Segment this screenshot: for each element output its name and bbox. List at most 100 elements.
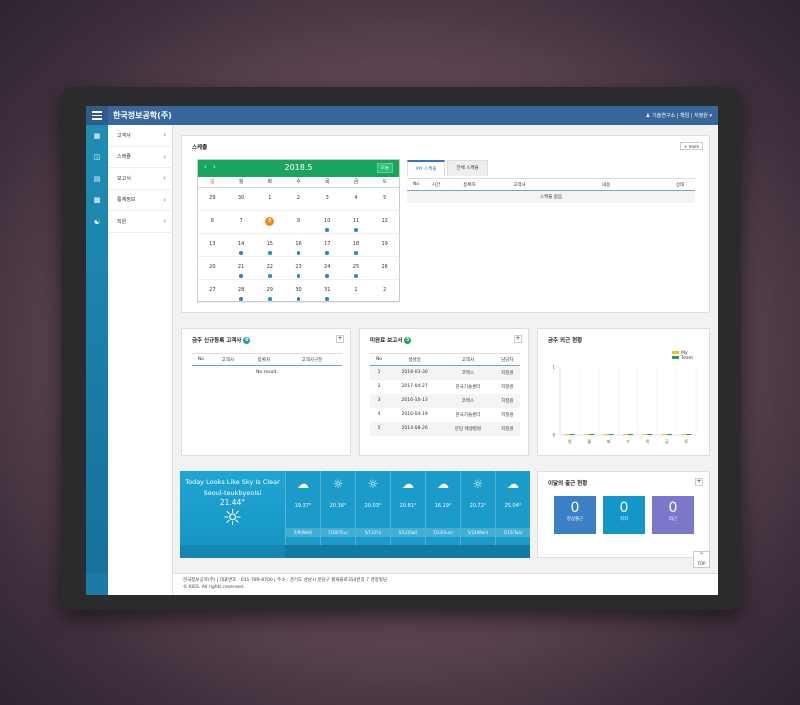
add-button[interactable]: +	[514, 335, 522, 343]
chevron-right-icon: ›	[163, 195, 166, 204]
users-icon[interactable]: ☯	[86, 211, 108, 233]
calendar-day[interactable]: 10	[313, 211, 342, 233]
user-label: 기술연구소 | 책임 | 지정원 ▾	[652, 113, 712, 119]
count-badge: 5	[404, 337, 412, 344]
weekday-label: 금	[353, 179, 359, 185]
calendar-day[interactable]: 23	[284, 257, 313, 279]
sidebar-item-reports[interactable]: 보고서 ›	[108, 168, 172, 190]
rail-footer	[86, 573, 108, 595]
forecast-date: 5/14(Mon)	[461, 528, 495, 537]
menu-icon[interactable]	[86, 106, 108, 125]
day-number: 27	[209, 287, 216, 293]
calendar-day[interactable]: 15	[255, 234, 284, 256]
table-row: 스케쥴 없음	[407, 190, 695, 203]
sidebar-item-staff[interactable]: 직원 ›	[108, 211, 172, 233]
sidebar-item-schedule[interactable]: 스케쥴 ›	[108, 147, 172, 168]
table-row[interactable]: 5 2014-08-26 분당 제생병원 지정원	[370, 421, 520, 436]
table-cell: 지정원	[501, 412, 514, 418]
weekday-label: 월	[238, 179, 244, 185]
calendar-icon[interactable]: ◫	[86, 147, 108, 169]
calendar-day[interactable]: 3	[313, 188, 342, 210]
briefcase-icon[interactable]: ▦	[86, 125, 108, 147]
calendar-day[interactable]: 31	[313, 280, 342, 302]
table-row[interactable]: 2 2017-04-27 한국기술센터 지정원	[370, 380, 520, 394]
calendar-day[interactable]: 2	[284, 188, 313, 210]
calendar-day[interactable]: 8	[255, 211, 284, 233]
calendar-day[interactable]: 29	[198, 188, 227, 210]
table-row[interactable]: 4 2016-04-19 한국기술센터 지정원	[370, 408, 520, 422]
day-number: 9	[296, 218, 301, 224]
forecast-day: ☁ 25.04° 5/15(Tue)	[495, 471, 530, 545]
tab-all-schedule[interactable]: 전체 스케쥴	[447, 160, 488, 176]
day-number: 11	[352, 218, 360, 224]
chevron-right-icon: ›	[163, 131, 166, 140]
calendar-day[interactable]: 7	[227, 211, 256, 233]
day-number: 5	[383, 195, 387, 201]
calendar-day[interactable]: 14	[227, 234, 256, 256]
day-number: 30	[237, 195, 245, 201]
user-menu[interactable]: ♟ 기술연구소 | 책임 | 지정원 ▾	[646, 112, 712, 120]
more-button[interactable]: + more	[680, 142, 703, 150]
calendar-day[interactable]: 21	[227, 257, 256, 279]
day-number: 13	[209, 241, 216, 247]
sidebar-item-statistics[interactable]: 통계정보 ›	[108, 190, 172, 211]
calendar-week: 27 28 29 30 31 1 2	[198, 280, 399, 303]
calendar-day[interactable]: 24	[313, 257, 342, 279]
calendar-week: 29 30 1 2 3 4 5	[198, 188, 399, 211]
calendar-day[interactable]: 6	[198, 211, 227, 233]
table-row[interactable]: 1 2018-03-30 코엑스 지정원	[370, 365, 520, 380]
calendar-day[interactable]: 19	[370, 234, 399, 256]
outside-work-panel: 금주 외근 현황 My Team 10일월화수목금토	[537, 328, 710, 456]
col-header: No	[192, 353, 210, 366]
table-row[interactable]: 3 2016-10-13 코엑스 지정원	[370, 393, 520, 408]
calendar-day[interactable]: 11	[342, 211, 371, 233]
forecast-day: ☁ 19.37° 5/9(Wed)	[285, 471, 320, 545]
calendar-day[interactable]: 1	[342, 280, 371, 302]
table-cell: 분당 제생병원	[454, 426, 482, 432]
calendar-day[interactable]: 2	[370, 280, 399, 302]
calendar-day[interactable]: 16	[284, 234, 313, 256]
calendar-day[interactable]: 25	[342, 257, 371, 279]
calendar-day[interactable]: 20	[198, 257, 227, 279]
calendar-day[interactable]: 29	[255, 280, 284, 302]
calendar-day[interactable]: 4	[342, 188, 371, 210]
calendar-day[interactable]: 22	[255, 257, 284, 279]
attendance-outside: 0 외근	[652, 496, 694, 534]
calendar-day[interactable]: 5	[370, 188, 399, 210]
calendar-day[interactable]: 9	[284, 211, 313, 233]
tab-my-schedule[interactable]: MY 스케쥴	[407, 160, 446, 176]
sidebar-item-customers[interactable]: 고객사 ›	[108, 125, 172, 147]
event-dot	[325, 251, 329, 255]
forecast-day: ☁ 16.19° 5/13(Sun)	[425, 471, 460, 545]
customers-table-wrap: No 고객사 등록자 고객사구분 No result.	[192, 353, 342, 380]
empty-message: 스케쥴 없음	[407, 190, 695, 203]
calendar-day[interactable]: 28	[227, 280, 256, 302]
forecast-temp: 16.19°	[434, 503, 452, 509]
app-brand[interactable]: 한국정보공학(주)	[113, 110, 172, 121]
calendar-day[interactable]: 30	[284, 280, 313, 302]
chart-bar	[681, 434, 687, 435]
calendar-day[interactable]: 30	[227, 188, 256, 210]
col-header: 시간	[425, 178, 447, 191]
day-number: 14	[237, 241, 245, 247]
calendar-day[interactable]: 26	[370, 257, 399, 279]
col-header: 생성일	[388, 353, 442, 366]
schedule-table: No 시간 등록자 고객사 내용 상태 스케쥴 없음	[407, 178, 695, 203]
document-icon[interactable]: ▤	[86, 168, 108, 190]
add-button[interactable]: +	[336, 335, 344, 343]
calendar-day[interactable]: 13	[198, 234, 227, 256]
calendar-day[interactable]: 27	[198, 280, 227, 302]
bar-chart-icon[interactable]: ▩	[86, 190, 108, 212]
outside-work-chart: 1 0 일 월 화 수 목 금 토	[552, 365, 697, 444]
add-button[interactable]: +	[695, 478, 703, 486]
today-button[interactable]: 오늘	[376, 163, 393, 173]
scroll-top-button[interactable]: ⌃ TOP	[693, 551, 710, 568]
chart-bar	[569, 434, 575, 435]
calendar-day[interactable]: 17	[313, 234, 342, 256]
table-cell: 3	[377, 398, 381, 403]
attendance-value: 0	[570, 500, 580, 516]
calendar-day[interactable]: 18	[342, 234, 371, 256]
chevron-right-icon: ›	[163, 174, 166, 183]
calendar-day[interactable]: 1	[255, 188, 284, 210]
calendar-day[interactable]: 12	[370, 211, 399, 233]
